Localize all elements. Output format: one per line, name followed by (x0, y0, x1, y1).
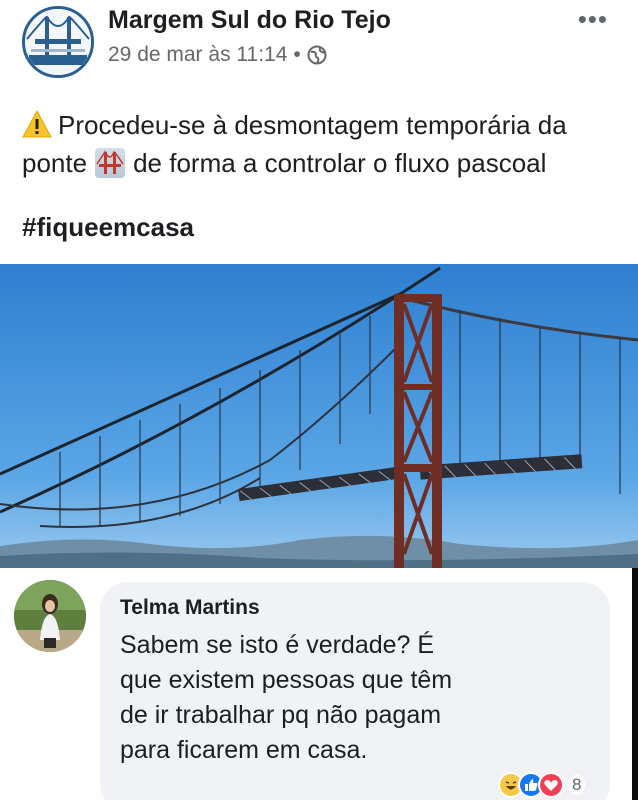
post-text-line1: Procedeu-se à desmontagem temporária da (58, 110, 567, 140)
love-icon (538, 772, 564, 798)
reaction-count: 8 (568, 775, 586, 795)
post-text: Procedeu-se à desmontagem temporária da … (22, 106, 622, 182)
bridge-logo-icon (25, 9, 91, 75)
page-avatar[interactable] (22, 6, 94, 78)
post-timestamp[interactable]: 29 de mar às 11:14 (108, 43, 287, 67)
globe-icon (307, 45, 327, 65)
post-meta: 29 de mar às 11:14 • (108, 43, 327, 67)
bridge-photo (0, 264, 638, 568)
post-header: Margem Sul do Rio Tejo 29 de mar às 11:1… (0, 0, 638, 90)
screen-edge (632, 568, 638, 800)
post-text-line2: de forma a controlar o fluxo pascoal (133, 148, 547, 178)
comment-reactions[interactable]: 8 (498, 768, 586, 800)
page-name[interactable]: Margem Sul do Rio Tejo (108, 6, 391, 35)
meta-separator: • (293, 43, 301, 66)
comment-text: Sabem se isto é verdade? É que existem p… (120, 631, 453, 764)
commenter-photo (14, 580, 86, 652)
warning-icon (22, 110, 52, 138)
bridge-emoji-icon (95, 148, 126, 178)
more-options-icon[interactable]: ••• (578, 4, 608, 35)
post-photo[interactable] (0, 264, 638, 568)
commenter-avatar[interactable] (14, 580, 86, 652)
post-text-ponte: ponte (22, 148, 88, 178)
hashtag-link[interactable]: #fiqueemcasa (22, 212, 194, 243)
commenter-name[interactable]: Telma Martins (120, 596, 260, 620)
